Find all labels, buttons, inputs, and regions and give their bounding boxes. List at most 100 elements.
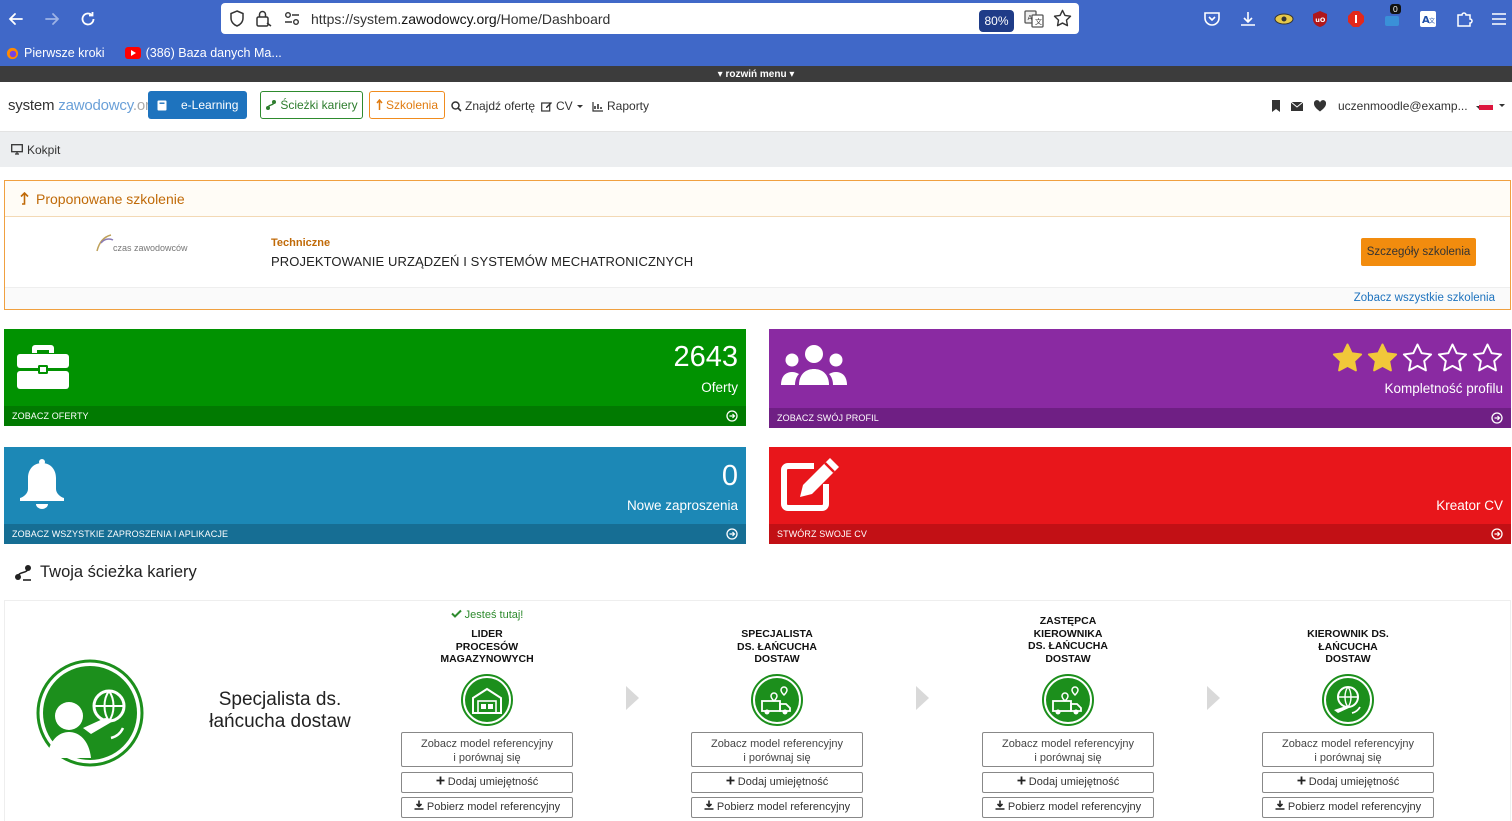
- bookmark-label: Pierwsze kroki: [24, 46, 105, 60]
- button-label: Dodaj umiejętność: [447, 776, 539, 788]
- invitations-footer-label: ZOBACZ WSZYSTKIE ZAPROSZENIA I APLIKACJE: [12, 529, 229, 539]
- step-title-line: SPECJALISTA: [741, 628, 813, 640]
- forward-icon[interactable]: [40, 7, 64, 31]
- career-step-title: ZASTĘPCA KIEROWNIKA DS. ŁAŃCUCHA DOSTAW: [982, 615, 1154, 665]
- extensions-puzzle-icon[interactable]: [1453, 8, 1475, 30]
- view-reference-model-button[interactable]: Zobacz model referencyjny i porównaj się: [982, 732, 1154, 767]
- step-title-line: DS. ŁAŃCUCHA: [737, 640, 817, 653]
- current-job-line: Specjalista ds.: [218, 689, 342, 710]
- view-reference-model-button[interactable]: Zobacz model referencyjny i porównaj się: [1262, 732, 1434, 767]
- nav-label: CV: [556, 99, 573, 113]
- invitations-tile[interactable]: 0 Nowe zaproszenia ZOBACZ WSZYSTKIE ZAPR…: [4, 447, 746, 544]
- bookmark-icon[interactable]: [1269, 99, 1283, 113]
- supply-chain-specialist-icon: [36, 659, 144, 767]
- extension-eye-icon[interactable]: [1273, 8, 1295, 30]
- extension-badge-icon[interactable]: 0: [1381, 4, 1403, 30]
- career-step-title: SPECJALISTA DS. ŁAŃCUCHA DOSTAW: [691, 628, 863, 666]
- search-icon: [451, 100, 462, 112]
- envelope-icon[interactable]: [1290, 99, 1304, 113]
- training-details-button[interactable]: Szczegóły szkolenia: [1361, 238, 1476, 266]
- bookmark-pierwsze-kroki[interactable]: Pierwsze kroki: [6, 46, 105, 60]
- reload-icon[interactable]: [76, 7, 100, 31]
- nav-reports[interactable]: Raporty: [592, 99, 649, 113]
- caret-down-icon: [576, 104, 583, 108]
- zoom-level-badge[interactable]: 80%: [979, 10, 1014, 32]
- translate-extension-icon[interactable]: A文: [1417, 8, 1439, 30]
- edit-icon: [541, 101, 552, 112]
- download-reference-model-button[interactable]: Pobierz model referencyjny: [401, 797, 573, 818]
- button-line: i porównaj się: [743, 752, 811, 764]
- bookmark-star-icon[interactable]: [1053, 9, 1072, 33]
- expand-menu-toggle[interactable]: ▾ rozwiń menu ▾: [0, 66, 1512, 82]
- training-title[interactable]: PROJEKTOWANIE URZĄDZEŃ I SYSTEMÓW MECHAT…: [271, 254, 693, 269]
- back-icon[interactable]: [4, 7, 28, 31]
- lock-icon[interactable]: [255, 10, 273, 32]
- offers-tile-footer[interactable]: ZOBACZ OFERTY: [4, 406, 746, 426]
- download-icon[interactable]: [1237, 8, 1259, 30]
- download-icon: [704, 800, 714, 810]
- pocket-icon[interactable]: [1201, 8, 1223, 30]
- chevron-right-icon: [916, 686, 929, 710]
- global-logistics-icon: [1322, 674, 1374, 726]
- step-title-line: KIEROWNIK DS.: [1307, 628, 1389, 640]
- bookmark-baza-danych[interactable]: (386) Baza danych Ma...: [124, 46, 282, 60]
- button-label: Pobierz model referencyjny: [716, 801, 851, 813]
- nav-find-offer[interactable]: Znajdź ofertę: [451, 99, 535, 113]
- shield-icon[interactable]: [229, 10, 245, 32]
- button-line: Zobacz model referencyjny: [420, 738, 554, 750]
- profile-tile-footer[interactable]: ZOBACZ SWÓJ PROFIL: [769, 408, 1511, 428]
- career-paths-button[interactable]: Ścieżki kariery: [260, 91, 363, 119]
- download-reference-model-button[interactable]: Pobierz model referencyjny: [1262, 797, 1434, 818]
- download-reference-model-button[interactable]: Pobierz model referencyjny: [691, 797, 863, 818]
- view-reference-model-button[interactable]: Zobacz model referencyjny i porównaj się: [691, 732, 863, 767]
- cv-creator-tile[interactable]: Kreator CV STWÓRZ SWOJE CV: [769, 447, 1511, 544]
- menu-hamburger-icon[interactable]: [1488, 8, 1510, 30]
- button-line: Zobacz model referencyjny: [1281, 738, 1415, 750]
- address-bar[interactable]: https://system.zawodowcy.org/Home/Dashbo…: [221, 3, 1079, 34]
- download-reference-model-button[interactable]: Pobierz model referencyjny: [982, 797, 1154, 818]
- elearning-button[interactable]: e-Learning: [148, 91, 247, 119]
- you-are-here-text: Jesteś tutaj!: [464, 609, 524, 621]
- user-menu-dropdown[interactable]: uczenmoodle@examp...: [1338, 99, 1483, 113]
- translate-icon[interactable]: A文: [1024, 9, 1044, 34]
- site-logo[interactable]: system zawodowcy.org: [8, 97, 158, 114]
- step-title-line: LIDER: [471, 628, 503, 640]
- add-skill-button[interactable]: Dodaj umiejętność: [1262, 772, 1434, 793]
- users-group-icon: [781, 345, 847, 385]
- cv-footer-label: STWÓRZ SWOJE CV: [777, 529, 867, 539]
- add-skill-button[interactable]: Dodaj umiejętność: [982, 772, 1154, 793]
- site-header: system zawodowcy.org e-Learning Ścieżki …: [0, 82, 1512, 132]
- plus-icon: [726, 776, 735, 785]
- nav-cv-dropdown[interactable]: CV: [541, 99, 584, 113]
- breadcrumb-kokpit[interactable]: Kokpit: [27, 143, 60, 157]
- training-category: Techniczne: [271, 237, 331, 249]
- logo-part-system: system: [8, 97, 59, 114]
- step-title-line: DS. ŁAŃCUCHA: [1028, 640, 1108, 652]
- invitations-tile-footer[interactable]: ZOBACZ WSZYSTKIE ZAPROSZENIA I APLIKACJE: [4, 524, 746, 544]
- language-dropdown[interactable]: [1479, 100, 1506, 110]
- ublock-icon[interactable]: uO: [1309, 8, 1331, 30]
- profile-completeness-stars: [1332, 343, 1503, 373]
- step-title-line: ŁAŃCUCHA: [1318, 640, 1378, 653]
- offers-tile[interactable]: 2643 Oferty ZOBACZ OFERTY: [4, 329, 746, 426]
- profile-tile[interactable]: Kompletność profilu ZOBACZ SWÓJ PROFIL: [769, 329, 1511, 428]
- trainings-button[interactable]: Szkolenia: [369, 91, 445, 119]
- delivery-truck-icon: [1042, 674, 1094, 726]
- download-icon: [995, 800, 1005, 810]
- career-path-heading: Twoja ścieżka kariery: [14, 563, 197, 582]
- url-text[interactable]: https://system.zawodowcy.org/Home/Dashbo…: [311, 11, 610, 27]
- adblock-icon[interactable]: [1345, 8, 1367, 30]
- czas-logo-text: czas zawodowców: [113, 243, 188, 253]
- nav-label: Znajdź ofertę: [465, 99, 536, 113]
- see-all-trainings-link[interactable]: Zobacz wszystkie szkolenia: [1354, 292, 1495, 304]
- view-reference-model-button[interactable]: Zobacz model referencyjny i porównaj się: [401, 732, 573, 767]
- permissions-icon[interactable]: [284, 11, 300, 31]
- add-skill-button[interactable]: Dodaj umiejętność: [691, 772, 863, 793]
- star-empty-icon: [1472, 343, 1503, 372]
- arrow-circle-right-icon: [1491, 528, 1503, 540]
- cv-tile-footer[interactable]: STWÓRZ SWOJE CV: [769, 524, 1511, 544]
- button-label: Pobierz model referencyjny: [1287, 801, 1422, 813]
- chart-icon: [592, 101, 603, 112]
- add-skill-button[interactable]: Dodaj umiejętność: [401, 772, 573, 793]
- heart-icon[interactable]: [1313, 99, 1327, 113]
